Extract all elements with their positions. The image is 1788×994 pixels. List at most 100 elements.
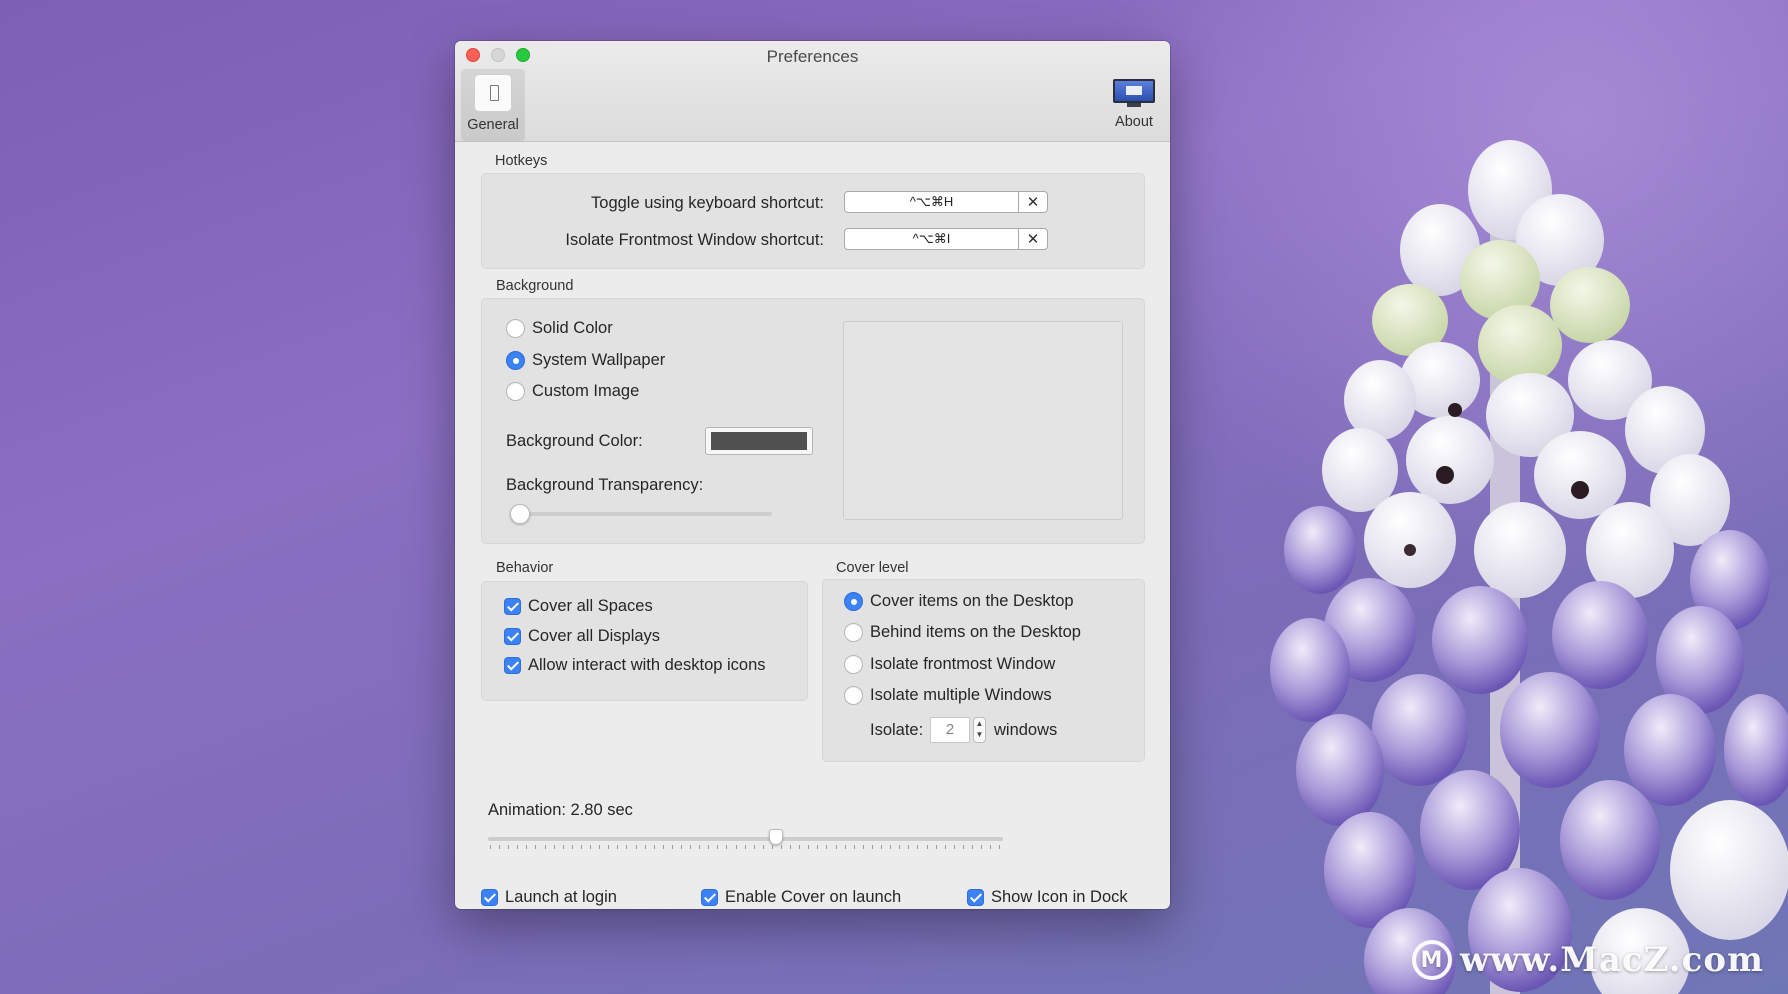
- slider-tick: [853, 845, 855, 849]
- toolbar-general-tab[interactable]: General: [461, 69, 525, 141]
- radio-custom-image-button[interactable]: [506, 382, 525, 401]
- radio-system-wallpaper[interactable]: System Wallpaper: [506, 351, 665, 370]
- slider-tick: [644, 845, 646, 849]
- check-allow-interact-label: Allow interact with desktop icons: [528, 656, 766, 674]
- isolate-unit-label: windows: [994, 721, 1058, 739]
- check-cover-all-displays-box[interactable]: [504, 628, 521, 645]
- behavior-group: Cover all Spaces Cover all Displays Allo…: [481, 581, 808, 701]
- check-cover-all-displays[interactable]: Cover all Displays: [504, 627, 660, 646]
- check-show-icon-box[interactable]: [967, 889, 984, 906]
- check-enable-cover-box[interactable]: [701, 889, 718, 906]
- general-pane: Hotkeys Toggle using keyboard shortcut: …: [455, 143, 1170, 909]
- background-section-title: Background: [496, 278, 574, 294]
- isolate-shortcut-label: Isolate Frontmost Window shortcut:: [565, 231, 824, 249]
- slider-tick: [762, 845, 764, 849]
- slider-tick: [890, 845, 892, 849]
- radio-isolate-multiple[interactable]: Isolate multiple Windows: [844, 686, 1052, 705]
- background-color-swatch: [711, 432, 807, 450]
- slider-tick: [835, 845, 837, 849]
- check-enable-cover-on-launch[interactable]: Enable Cover on launch: [701, 888, 901, 907]
- isolate-count-field[interactable]: 2: [930, 717, 970, 743]
- check-allow-interact-box[interactable]: [504, 657, 521, 674]
- preferences-window: Preferences General About Hotkeys Toggle…: [455, 41, 1170, 909]
- slider-tick: [990, 845, 992, 849]
- slider-tick: [571, 845, 573, 849]
- animation-duration-label: Animation: 2.80 sec: [488, 801, 633, 819]
- slider-tick: [717, 845, 719, 849]
- general-switch-icon: [474, 74, 512, 112]
- radio-cover-items-button[interactable]: [844, 592, 863, 611]
- slider-tick: [708, 845, 710, 849]
- radio-solid-color[interactable]: Solid Color: [506, 319, 613, 338]
- radio-solid-color-button[interactable]: [506, 319, 525, 338]
- radio-cover-items-label: Cover items on the Desktop: [870, 592, 1074, 610]
- radio-isolate-frontmost[interactable]: Isolate frontmost Window: [844, 655, 1055, 674]
- radio-isolate-frontmost-label: Isolate frontmost Window: [870, 655, 1056, 673]
- slider-tick: [617, 845, 619, 849]
- clear-toggle-shortcut-icon[interactable]: ✕: [1019, 193, 1047, 211]
- isolate-shortcut-field[interactable]: ^⌥⌘I ✕: [844, 228, 1048, 250]
- radio-behind-items-button[interactable]: [844, 623, 863, 642]
- transparency-slider-knob[interactable]: [510, 504, 530, 524]
- animation-slider-track[interactable]: [488, 837, 1003, 841]
- slider-tick: [817, 845, 819, 849]
- toolbar-about-tab[interactable]: About: [1102, 69, 1166, 141]
- check-show-icon-label: Show Icon in Dock: [991, 888, 1128, 906]
- slider-tick: [935, 845, 937, 849]
- isolate-count-stepper[interactable]: ▲ ▼: [973, 717, 986, 743]
- watermark-logo-icon: M: [1411, 940, 1452, 980]
- transparency-slider-track[interactable]: [510, 512, 772, 516]
- clear-isolate-shortcut-icon[interactable]: ✕: [1019, 230, 1047, 248]
- toggle-shortcut-value: ^⌥⌘H: [845, 192, 1019, 212]
- check-launch-at-login-box[interactable]: [481, 889, 498, 906]
- check-launch-at-login[interactable]: Launch at login: [481, 888, 617, 907]
- slider-tick: [726, 845, 728, 849]
- slider-tick: [944, 845, 946, 849]
- radio-isolate-frontmost-button[interactable]: [844, 655, 863, 674]
- slider-tick: [490, 845, 491, 849]
- check-cover-all-spaces-box[interactable]: [504, 598, 521, 615]
- radio-isolate-multiple-button[interactable]: [844, 686, 863, 705]
- slider-tick: [953, 845, 955, 849]
- cover-level-group: Cover items on the Desktop Behind items …: [822, 579, 1145, 762]
- radio-custom-image-label: Custom Image: [532, 382, 640, 400]
- slider-tick: [926, 845, 928, 849]
- slider-tick: [744, 845, 746, 849]
- toggle-shortcut-field[interactable]: ^⌥⌘H ✕: [844, 191, 1048, 213]
- slider-tick: [753, 845, 755, 849]
- slider-tick: [826, 845, 828, 849]
- toggle-shortcut-label: Toggle using keyboard shortcut:: [591, 194, 824, 212]
- slider-tick: [553, 845, 555, 849]
- background-group: Solid Color System Wallpaper Custom Imag…: [481, 298, 1145, 544]
- slider-tick: [653, 845, 655, 849]
- check-cover-all-spaces[interactable]: Cover all Spaces: [504, 597, 653, 616]
- check-allow-interact[interactable]: Allow interact with desktop icons: [504, 656, 766, 675]
- title-bar: Preferences General About: [455, 41, 1170, 142]
- check-cover-all-displays-label: Cover all Displays: [528, 627, 661, 645]
- radio-system-wallpaper-button[interactable]: [506, 351, 525, 370]
- cover-level-section-title: Cover level: [836, 560, 909, 576]
- check-cover-all-spaces-label: Cover all Spaces: [528, 597, 653, 615]
- background-transparency-label: Background Transparency:: [506, 476, 704, 494]
- hotkeys-section-title: Hotkeys: [495, 153, 548, 169]
- slider-tick: [899, 845, 901, 849]
- radio-cover-items[interactable]: Cover items on the Desktop: [844, 592, 1074, 611]
- animation-slider-knob[interactable]: [768, 829, 783, 845]
- slider-tick: [808, 845, 810, 849]
- watermark: M www.MacZ.com: [1411, 940, 1764, 980]
- hotkeys-group: Toggle using keyboard shortcut: ^⌥⌘H ✕ I…: [481, 173, 1145, 269]
- slider-tick: [999, 845, 1001, 849]
- isolate-count-label: Isolate:: [870, 721, 924, 739]
- slider-tick: [781, 845, 782, 849]
- slider-tick: [635, 845, 637, 849]
- radio-custom-image[interactable]: Custom Image: [506, 382, 639, 401]
- slider-tick: [881, 845, 883, 849]
- radio-behind-items-label: Behind items on the Desktop: [870, 623, 1081, 641]
- check-launch-at-login-label: Launch at login: [505, 888, 617, 906]
- slider-tick: [626, 845, 628, 849]
- background-color-well[interactable]: [705, 427, 813, 455]
- radio-behind-items[interactable]: Behind items on the Desktop: [844, 623, 1081, 642]
- radio-solid-color-label: Solid Color: [532, 319, 613, 337]
- slider-tick: [544, 845, 546, 849]
- check-show-icon-in-dock[interactable]: Show Icon in Dock: [967, 888, 1128, 907]
